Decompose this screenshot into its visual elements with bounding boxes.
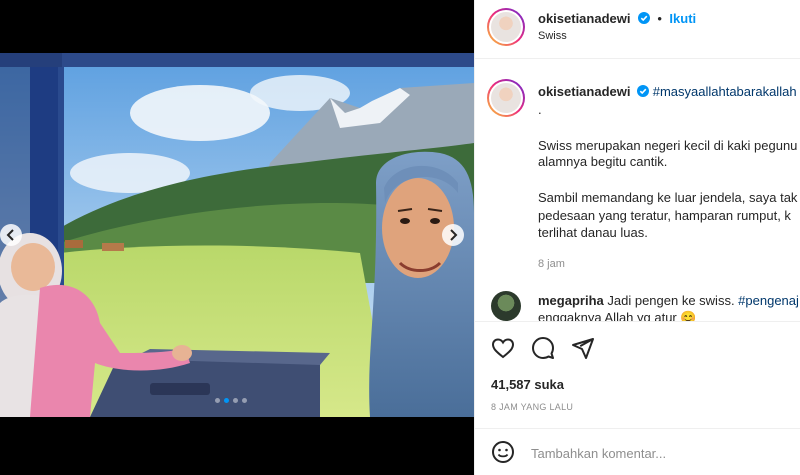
post-side-panel: okisetianadewi • Ikuti Swiss okisetianad… xyxy=(474,0,800,475)
carousel-dot xyxy=(233,398,238,403)
caption-dot-line: . xyxy=(538,102,542,117)
separator-dot: • xyxy=(657,11,662,26)
comment-input[interactable] xyxy=(529,441,793,465)
carousel-dot xyxy=(242,398,247,403)
comment-bar xyxy=(475,428,800,475)
carousel-prev-button[interactable] xyxy=(0,224,22,246)
verified-badge-icon xyxy=(637,85,650,97)
chevron-right-icon xyxy=(450,229,458,241)
post-header: okisetianadewi • Ikuti Swiss xyxy=(475,0,800,59)
caption-hashtag[interactable]: #masyaallahtabarakallah xyxy=(653,84,797,99)
commenter-username[interactable]: megapriha xyxy=(538,293,604,308)
caption-username[interactable]: okisetianadewi xyxy=(538,84,630,99)
comment-icon[interactable] xyxy=(531,336,555,360)
post-photo xyxy=(0,53,474,417)
caption-line: Sambil memandang ke luar jendela, saya t… xyxy=(538,190,798,205)
post-actions xyxy=(491,336,595,360)
likes-count[interactable]: 41,587 suka xyxy=(491,377,564,392)
follow-button[interactable]: Ikuti xyxy=(669,11,696,26)
carousel-next-button[interactable] xyxy=(442,224,464,246)
post-location[interactable]: Swiss xyxy=(538,30,567,42)
post-timestamp: 8 JAM YANG LALU xyxy=(491,402,574,412)
caption-age: 8 jam xyxy=(538,258,565,270)
post-media xyxy=(0,0,474,475)
share-icon[interactable] xyxy=(571,336,595,360)
comment-hashtag[interactable]: #pengenaj xyxy=(738,293,799,308)
carousel-dot xyxy=(224,398,229,403)
emoji-icon[interactable] xyxy=(491,440,515,464)
caption-line: alamnya begitu cantik. xyxy=(538,154,668,169)
chevron-left-icon xyxy=(6,229,14,241)
commenter-avatar[interactable] xyxy=(491,291,521,321)
carousel-dot xyxy=(215,398,220,403)
author-avatar[interactable] xyxy=(487,8,525,46)
verified-badge-icon xyxy=(637,12,650,24)
comment-text: enggaknya Allah yg atur 😊 xyxy=(538,310,697,322)
heart-icon[interactable] xyxy=(491,336,515,360)
caption-line: terlihat danau luas. xyxy=(538,225,648,240)
caption-area: okisetianadewi #masyaallahtabarakallah .… xyxy=(475,59,800,322)
comment-text: Jadi pengen ke swiss. xyxy=(607,293,739,308)
caption-avatar[interactable] xyxy=(487,79,525,117)
author-username[interactable]: okisetianadewi xyxy=(538,11,630,26)
carousel-indicator xyxy=(215,398,247,403)
caption-line: pedesaan yang teratur, hamparan rumput, … xyxy=(538,208,791,223)
